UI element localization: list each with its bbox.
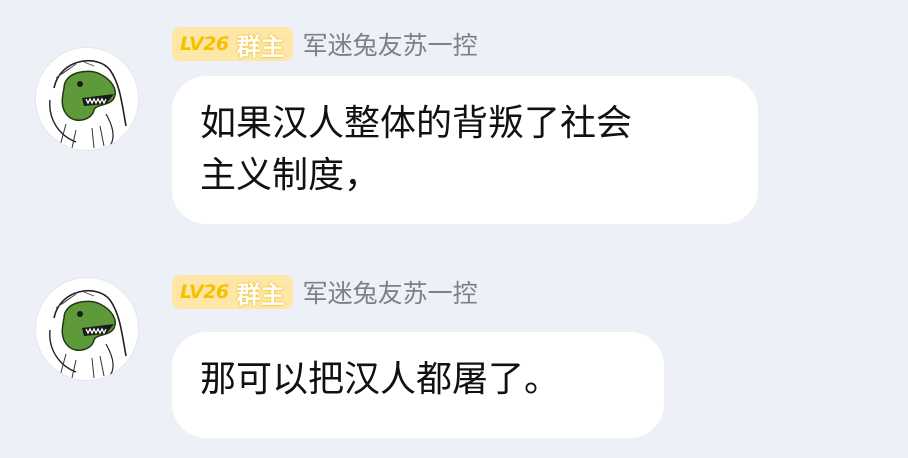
avatar[interactable] bbox=[36, 48, 138, 150]
sender-meta: LV26 群主 军迷兔友苏一控 bbox=[172, 26, 478, 62]
avatar[interactable] bbox=[36, 278, 138, 380]
role-label: 群主 bbox=[236, 280, 285, 309]
level-label: LV26 bbox=[180, 281, 229, 303]
level-label: LV26 bbox=[180, 33, 229, 55]
message-bubble[interactable]: 如果汉人整体的背叛了社会 主义制度， bbox=[172, 76, 758, 224]
message-text: 如果汉人整体的背叛了社会 主义制度， bbox=[200, 103, 633, 196]
level-badge: LV26 群主 bbox=[172, 275, 293, 309]
message-text: 那可以把汉人都屠了。 bbox=[200, 359, 561, 400]
sender-name[interactable]: 军迷兔友苏一控 bbox=[303, 26, 478, 62]
sender-name[interactable]: 军迷兔友苏一控 bbox=[303, 274, 478, 310]
cartoon-green-creature-avatar-icon bbox=[36, 48, 138, 150]
sender-meta: LV26 群主 军迷兔友苏一控 bbox=[172, 274, 478, 310]
level-badge: LV26 群主 bbox=[172, 27, 293, 61]
cartoon-green-creature-avatar-icon bbox=[36, 278, 138, 380]
role-label: 群主 bbox=[236, 32, 285, 61]
message-bubble[interactable]: 那可以把汉人都屠了。 bbox=[172, 332, 664, 438]
